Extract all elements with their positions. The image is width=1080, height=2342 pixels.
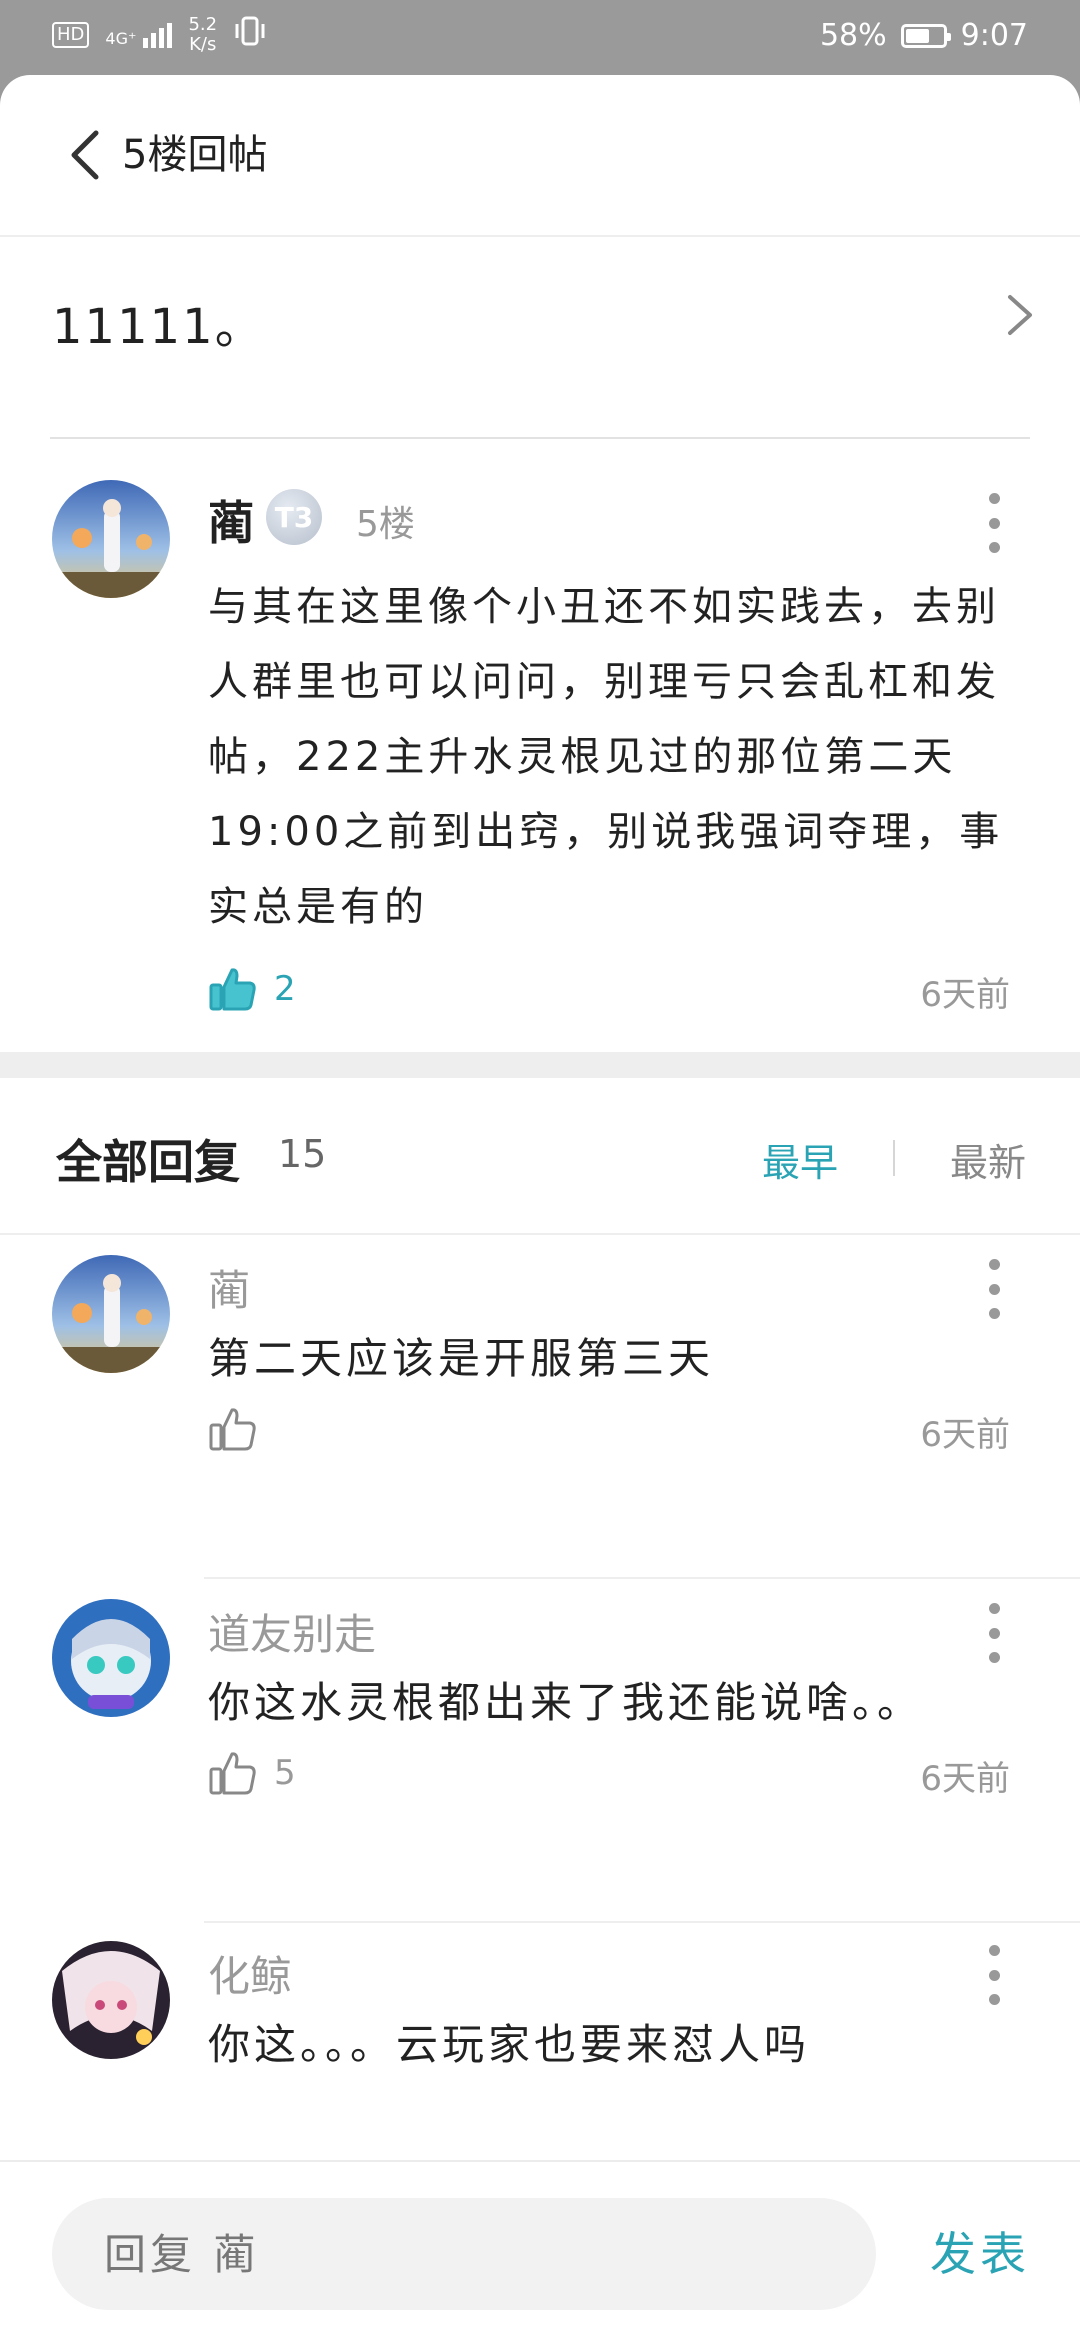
author-avatar[interactable] (52, 480, 170, 598)
sort-latest-tab[interactable]: 最新 (950, 1132, 1026, 1187)
level-badge: T3 (266, 489, 322, 545)
status-bar-left: HD 4G⁺ 5.2 K/s (52, 14, 267, 56)
reply-avatar[interactable] (52, 1941, 170, 2059)
section-separator (0, 1052, 1080, 1078)
original-post-text: 11111。 (52, 299, 265, 355)
reply-item: 蔺 第二天应该是开服第三天 6天前 (0, 1235, 1080, 1579)
replies-header: 全部回复 15 最早 最新 (0, 1078, 1080, 1235)
reply-time: 6天前 (920, 1415, 1010, 1455)
floor-label: 5楼 (356, 504, 415, 545)
hd-indicator: HD (52, 22, 90, 48)
signal-icon: 4G⁺ (105, 22, 173, 48)
reply-author[interactable]: 化鲸 (208, 1943, 292, 2004)
thumbs-up-filled-icon (209, 968, 256, 1011)
back-button[interactable] (62, 125, 112, 185)
reply-text: 你这。。。云玩家也要来怼人吗 (208, 2020, 811, 2069)
reply-input-bar (0, 2160, 1080, 2342)
status-bar-right: 58% 9:07 (820, 18, 1028, 53)
clock: 9:07 (960, 18, 1028, 53)
top-bar: 5楼回帖 (0, 75, 1080, 237)
sort-divider (893, 1140, 895, 1176)
send-button[interactable]: 发表 (930, 2218, 1030, 2284)
battery-icon (900, 23, 951, 48)
replies-count: 15 (278, 1132, 327, 1176)
chevron-left-icon (71, 130, 99, 180)
more-vertical-icon[interactable] (984, 1259, 1004, 1319)
reply-avatar[interactable] (52, 1599, 170, 1717)
avatar-image (52, 480, 170, 598)
more-vertical-icon[interactable] (984, 1603, 1004, 1663)
reply-like-button[interactable] (208, 1399, 274, 1459)
reply-input[interactable] (52, 2198, 876, 2310)
post-time: 6天前 (920, 975, 1010, 1015)
network-speed: 5.2 K/s (188, 15, 217, 55)
author-name[interactable]: 蔺 (208, 487, 254, 553)
battery-percent: 58% (819, 18, 887, 53)
divider (50, 437, 1030, 439)
reply-text: 你这水灵根都出来了我还能说啥。。 (208, 1678, 924, 1727)
thumbs-up-icon (209, 1408, 256, 1451)
more-vertical-icon[interactable] (984, 493, 1004, 553)
speed-unit: K/s (189, 34, 217, 55)
reply-author[interactable]: 道友别走 (208, 1601, 376, 1662)
vibrate-icon (233, 14, 267, 56)
reply-text: 第二天应该是开服第三天 (208, 1334, 715, 1383)
network-type: 4G⁺ (105, 28, 137, 48)
reply-item: 道友别走 你这水灵根都出来了我还能说啥。。 5 6天前 (0, 1579, 1080, 1923)
reply-avatar[interactable] (52, 1255, 170, 1373)
reply-detail-sheet: 5楼回帖 11111。 蔺 T3 5楼 与其在这里像个小丑还不如实践去，去别人群… (0, 75, 1080, 2340)
post-like-count: 2 (274, 969, 296, 1009)
page-title: 5楼回帖 (122, 132, 268, 178)
status-bar: HD 4G⁺ 5.2 K/s 58% 9:07 (0, 0, 1080, 75)
replies-title: 全部回复 (56, 1135, 240, 1189)
chevron-right-icon (1000, 285, 1040, 345)
post-like-button[interactable]: 2 (208, 959, 296, 1019)
more-vertical-icon[interactable] (984, 1945, 1004, 2005)
post-content: 与其在这里像个小丑还不如实践去，去别人群里也可以问问，别理亏只会乱杠和发帖，22… (208, 584, 1004, 930)
original-post-link[interactable]: 11111。 (0, 235, 1080, 435)
avatar-image (52, 1599, 170, 1717)
reply-author[interactable]: 蔺 (208, 1257, 250, 1318)
speed-value: 5.2 (188, 14, 218, 35)
reply-time: 6天前 (920, 1759, 1010, 1799)
thumbs-up-icon (209, 1752, 256, 1795)
avatar-image (52, 1941, 170, 2059)
sort-earliest-tab[interactable]: 最早 (762, 1132, 838, 1187)
reply-like-button[interactable]: 5 (208, 1743, 296, 1803)
avatar-image (52, 1255, 170, 1373)
reply-like-count: 5 (274, 1753, 296, 1793)
